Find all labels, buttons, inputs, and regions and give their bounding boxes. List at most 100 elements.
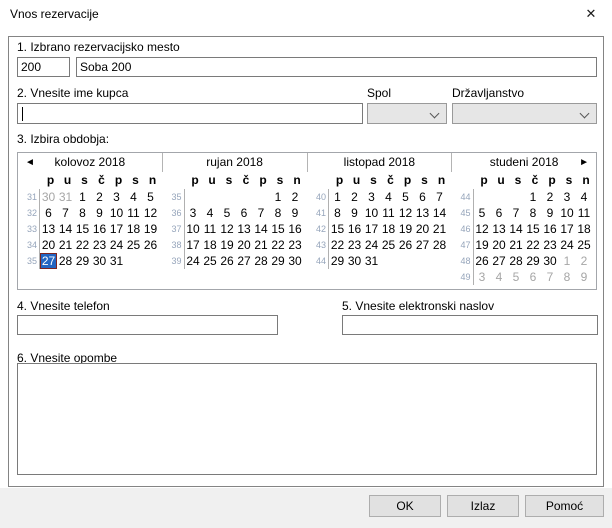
calendar-day[interactable]: 3 [559,189,576,205]
calendar-day[interactable]: 2 [287,189,304,205]
calendar-day[interactable]: 29 [270,253,287,269]
calendar-day[interactable]: 2 [91,189,108,205]
calendar-day[interactable]: 9 [346,205,363,221]
calendar-day[interactable]: 16 [542,221,559,237]
calendar-day[interactable]: 29 [74,253,91,269]
calendar-day[interactable]: 27 [491,253,508,269]
calendar-day[interactable]: 17 [185,237,202,253]
calendar-day[interactable]: 4 [380,189,397,205]
calendar-day[interactable]: 2 [346,189,363,205]
help-button[interactable]: Pomoć [525,495,604,517]
calendar-next-icon[interactable]: ► [579,155,589,170]
calendar-day[interactable]: 6 [236,205,253,221]
calendar-day[interactable]: 29 [329,253,346,269]
calendar-day[interactable]: 21 [253,237,270,253]
calendar-day[interactable]: 19 [142,221,159,237]
calendar-day[interactable]: 25 [380,237,397,253]
calendar-day[interactable]: 20 [236,237,253,253]
calendar-day[interactable]: 14 [431,205,448,221]
calendar-day[interactable]: 1 [525,189,542,205]
calendar-day[interactable]: 17 [108,221,125,237]
calendar-day[interactable]: 18 [576,221,593,237]
calendar-day[interactable]: 19 [474,237,491,253]
calendar-day[interactable]: 21 [57,237,74,253]
calendar-day[interactable]: 15 [525,221,542,237]
calendar-day[interactable]: 9 [287,205,304,221]
calendar-day[interactable]: 30 [91,253,108,269]
calendar-day[interactable]: 20 [40,237,57,253]
calendar-day[interactable]: 2 [542,189,559,205]
calendar-day[interactable]: 18 [202,237,219,253]
calendar-day[interactable]: 6 [414,189,431,205]
calendar-day[interactable]: 25 [576,237,593,253]
calendar-day[interactable]: 18 [380,221,397,237]
calendar-day[interactable]: 23 [542,237,559,253]
calendar-day[interactable]: 7 [542,269,559,285]
calendar-day[interactable]: 14 [253,221,270,237]
calendar-day[interactable]: 4 [576,189,593,205]
exit-button[interactable]: Izlaz [447,495,519,517]
calendar-day[interactable]: 1 [270,189,287,205]
calendar-day[interactable]: 26 [397,237,414,253]
calendar-day[interactable]: 14 [508,221,525,237]
calendar-day[interactable]: 8 [270,205,287,221]
calendar-day[interactable]: 4 [491,269,508,285]
calendar-day[interactable]: 11 [380,205,397,221]
calendar-day[interactable]: 2 [576,253,593,269]
calendar-day[interactable]: 26 [474,253,491,269]
calendar-day[interactable]: 8 [74,205,91,221]
calendar-day[interactable]: 13 [414,205,431,221]
calendar-day[interactable]: 15 [74,221,91,237]
calendar-day[interactable]: 11 [576,205,593,221]
calendar-day[interactable]: 22 [329,237,346,253]
calendar-day[interactable]: 6 [491,205,508,221]
calendar-day[interactable]: 24 [108,237,125,253]
calendar-day[interactable]: 30 [287,253,304,269]
calendar-day[interactable]: 28 [253,253,270,269]
calendar-day[interactable]: 13 [40,221,57,237]
calendar-day[interactable]: 20 [491,237,508,253]
calendar-day[interactable]: 9 [542,205,559,221]
calendar-day[interactable]: 3 [474,269,491,285]
calendar-day[interactable]: 12 [397,205,414,221]
calendar-day[interactable]: 30 [542,253,559,269]
calendar-day[interactable]: 23 [91,237,108,253]
calendar-day[interactable]: 5 [508,269,525,285]
calendar-day[interactable]: 7 [253,205,270,221]
calendar-day[interactable]: 26 [142,237,159,253]
calendar-day[interactable]: 17 [559,221,576,237]
calendar-day[interactable]: 19 [397,221,414,237]
calendar-day[interactable]: 31 [108,253,125,269]
calendar-day[interactable]: 6 [40,205,57,221]
calendar-day[interactable]: 11 [202,221,219,237]
calendar-day[interactable]: 25 [125,237,142,253]
calendar-day[interactable]: 14 [57,221,74,237]
calendar-day[interactable]: 9 [576,269,593,285]
calendar-day[interactable]: 20 [414,221,431,237]
calendar-day-selected[interactable]: 27 [40,253,57,269]
calendar-day[interactable]: 9 [91,205,108,221]
calendar-day[interactable]: 25 [202,253,219,269]
calendar-day[interactable]: 13 [236,221,253,237]
room-name-field[interactable] [76,57,597,77]
calendar-day[interactable]: 3 [185,205,202,221]
calendar-day[interactable]: 11 [125,205,142,221]
calendar-day[interactable]: 8 [525,205,542,221]
calendar-day[interactable]: 29 [525,253,542,269]
calendar-day[interactable]: 22 [270,237,287,253]
calendar-day[interactable]: 16 [346,221,363,237]
calendar-day[interactable]: 1 [559,253,576,269]
calendar-day[interactable]: 5 [474,205,491,221]
calendar-day[interactable]: 21 [508,237,525,253]
calendar-day[interactable]: 3 [363,189,380,205]
calendar-day[interactable]: 23 [346,237,363,253]
calendar-day[interactable]: 30 [40,189,57,205]
calendar-day[interactable]: 21 [431,221,448,237]
calendar-day[interactable]: 18 [125,221,142,237]
calendar-day[interactable]: 10 [363,205,380,221]
notes-textarea[interactable] [17,363,597,475]
calendar-day[interactable]: 26 [219,253,236,269]
calendar-day[interactable]: 15 [329,221,346,237]
phone-field[interactable] [17,315,278,335]
calendar-day[interactable]: 24 [363,237,380,253]
